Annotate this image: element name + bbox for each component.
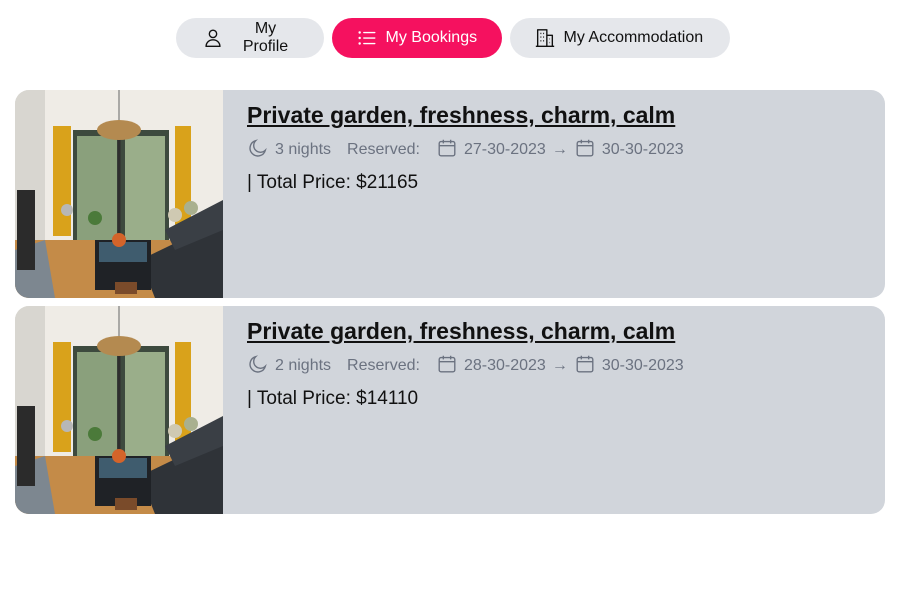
my-bookings-button[interactable]: My Bookings [331, 18, 502, 58]
my-profile-button[interactable]: My Profile [175, 18, 324, 58]
my-profile-label: My Profile [242, 20, 289, 55]
nights-count: 3 nights [275, 141, 332, 158]
booking-title[interactable]: Private garden, freshness, charm, calm [247, 100, 684, 130]
booking-meta: 2 nights Reserved: 28-30-2023 → 30-30-20… [247, 354, 684, 378]
check-out-date: 30-30-2023 [601, 357, 684, 374]
reserved-label: Reserved: [347, 357, 420, 374]
booking-title[interactable]: Private garden, freshness, charm, calm [247, 316, 684, 346]
moon-icon [247, 137, 269, 164]
booking-card[interactable]: Private garden, freshness, charm, calm 2… [15, 306, 885, 514]
building-icon [534, 27, 556, 49]
total-price: | Total Price: $21165 [247, 172, 419, 193]
calendar-icon [436, 353, 458, 380]
calendar-icon [574, 137, 596, 164]
arrow-right-icon: → [551, 357, 568, 374]
calendar-icon [574, 353, 596, 380]
booking-card[interactable]: Private garden, freshness, charm, calm 3… [15, 90, 885, 298]
bookings-list: Private garden, freshness, charm, calm 3… [15, 90, 885, 522]
booking-meta: 3 nights Reserved: 27-30-2023 → 30-30-20… [247, 138, 684, 162]
booking-details: Private garden, freshness, charm, calm 2… [223, 306, 708, 514]
booking-details: Private garden, freshness, charm, calm 3… [223, 90, 708, 298]
arrow-right-icon: → [551, 141, 568, 158]
accommodation-photo [15, 90, 223, 298]
check-in-date: 27-30-2023 [463, 141, 546, 158]
my-accommodation-button[interactable]: My Accommodation [509, 18, 730, 58]
check-out-date: 30-30-2023 [601, 141, 684, 158]
user-icon [202, 27, 224, 49]
nights-count: 2 nights [275, 357, 332, 374]
account-nav: My Profile My Bookings My Accommodation [0, 18, 905, 58]
my-bookings-label: My Bookings [385, 29, 478, 46]
total-price: | Total Price: $14110 [247, 388, 419, 409]
accommodation-photo [15, 306, 223, 514]
reserved-label: Reserved: [347, 141, 420, 158]
check-in-date: 28-30-2023 [463, 357, 546, 374]
calendar-icon [436, 137, 458, 164]
list-icon [356, 27, 378, 49]
moon-icon [247, 353, 269, 380]
my-accommodation-label: My Accommodation [563, 29, 704, 46]
